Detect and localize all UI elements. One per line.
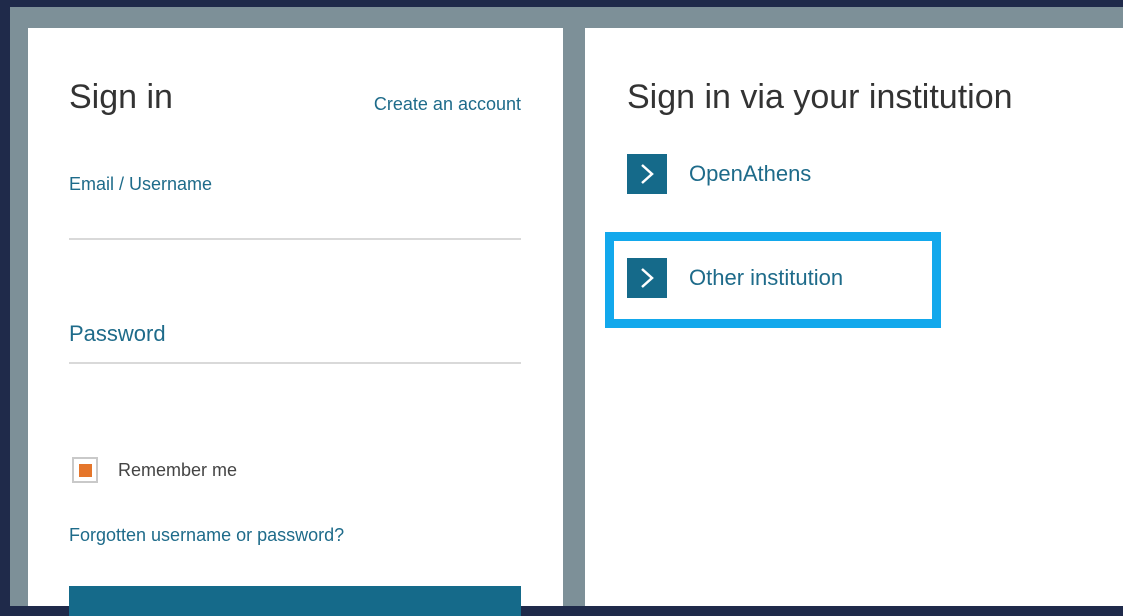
create-account-link[interactable]: Create an account bbox=[374, 94, 521, 115]
chevron-right-icon bbox=[627, 258, 667, 298]
checkbox-checked-indicator bbox=[78, 463, 92, 477]
signin-panel: Sign in Create an account Email / Userna… bbox=[28, 28, 563, 616]
remember-me-checkbox[interactable] bbox=[72, 457, 98, 483]
remember-me-label: Remember me bbox=[118, 459, 238, 480]
openathens-option[interactable]: OpenAthens bbox=[627, 154, 811, 194]
email-label: Email / Username bbox=[69, 174, 213, 194]
chevron-right-icon bbox=[627, 154, 667, 194]
other-institution-option[interactable]: Other institution bbox=[627, 258, 843, 298]
institution-panel: Sign in via your institution OpenAthens … bbox=[585, 28, 1123, 606]
remember-me-row[interactable]: Remember me bbox=[72, 457, 237, 483]
institution-title: Sign in via your institution bbox=[627, 78, 1013, 116]
page-frame: Sign in Create an account Email / Userna… bbox=[10, 7, 1123, 616]
openathens-label: OpenAthens bbox=[689, 161, 812, 186]
password-field[interactable] bbox=[69, 328, 521, 364]
signin-title: Sign in bbox=[69, 78, 173, 116]
other-institution-label: Other institution bbox=[689, 265, 844, 290]
email-field[interactable] bbox=[69, 204, 521, 240]
sign-in-button[interactable] bbox=[69, 586, 521, 616]
forgot-credentials-link[interactable]: Forgotten username or password? bbox=[69, 525, 344, 546]
